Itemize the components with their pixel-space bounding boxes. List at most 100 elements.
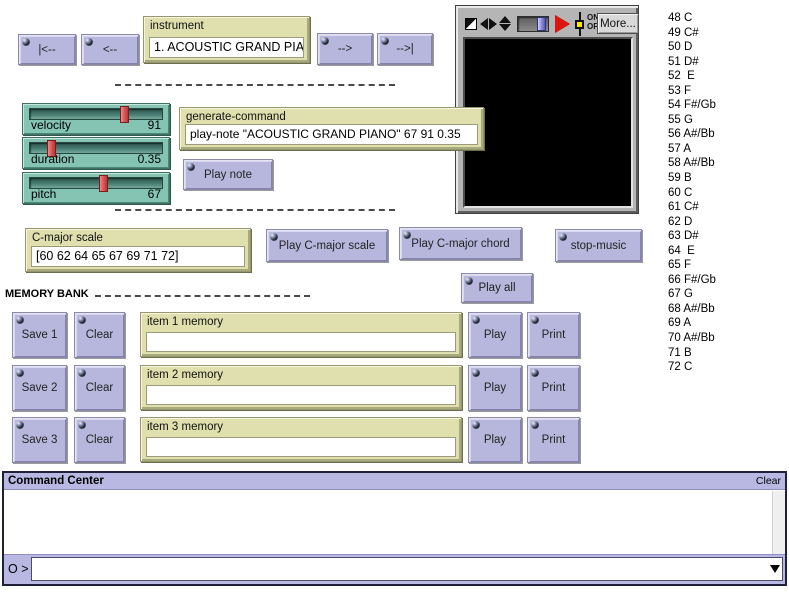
note-list-item: 50 D [668, 40, 716, 55]
save-3-button[interactable]: Save 3 [12, 417, 67, 463]
play-note-button[interactable]: Play note [183, 159, 273, 190]
velocity-slider-value: 91 [148, 118, 161, 132]
button-ball-icon [22, 38, 30, 46]
note-list-item: 48 C [668, 11, 716, 26]
play-2-label: Play [484, 382, 506, 394]
print-1-button[interactable]: Print [527, 312, 580, 358]
app-window: |<-- <-- instrument 1. ACOUSTIC GRAND PI… [0, 0, 789, 593]
play-chord-button[interactable]: Play C-major chord [399, 227, 522, 260]
more-button-label: More... [600, 18, 636, 30]
save-1-label: Save 1 [22, 329, 58, 341]
world-view-canvas[interactable] [463, 37, 633, 208]
button-ball-icon [531, 369, 539, 377]
more-button[interactable]: More... [597, 13, 639, 34]
item-2-memory-value [146, 385, 456, 405]
instrument-monitor-value: 1. ACOUSTIC GRAND PIANO [149, 37, 304, 58]
contrast-icon[interactable] [465, 18, 477, 30]
horizontal-arrows-icon[interactable] [480, 18, 497, 30]
chevron-down-icon [770, 565, 780, 573]
first-instrument-button[interactable]: |<-- [18, 34, 76, 65]
play-3-label: Play [484, 434, 506, 446]
clear-1-button[interactable]: Clear [74, 312, 125, 358]
note-list-item: 57 A [668, 142, 716, 157]
button-ball-icon [472, 316, 480, 324]
stop-music-label: stop-music [571, 240, 627, 252]
command-input-row: O > [4, 554, 785, 584]
clear-2-button[interactable]: Clear [74, 365, 125, 411]
button-ball-icon [16, 316, 24, 324]
last-instrument-button[interactable]: -->| [377, 33, 433, 65]
clear-1-label: Clear [86, 329, 113, 341]
play-scale-button[interactable]: Play C-major scale [266, 229, 388, 262]
note-list-item: 70 A#/Bb [668, 331, 716, 346]
duration-slider[interactable]: duration 0.35 [22, 137, 170, 169]
note-list-item: 59 B [668, 171, 716, 186]
velocity-slider[interactable]: velocity 91 [22, 103, 170, 135]
save-3-label: Save 3 [22, 434, 58, 446]
play-2-button[interactable]: Play [468, 365, 522, 411]
save-1-button[interactable]: Save 1 [12, 312, 67, 358]
button-ball-icon [531, 316, 539, 324]
toggle-knob[interactable] [575, 20, 584, 29]
red-arrow-icon[interactable] [555, 15, 570, 33]
button-ball-icon [472, 421, 480, 429]
command-center: Command Center Clear O > [2, 471, 787, 586]
play-1-button[interactable]: Play [468, 312, 522, 358]
button-ball-icon [270, 233, 278, 241]
item-3-memory-value [146, 437, 456, 457]
pitch-slider[interactable]: pitch 67 [22, 172, 170, 204]
command-history-dropdown[interactable] [768, 559, 782, 579]
command-center-output[interactable] [4, 491, 785, 554]
clear-3-label: Clear [86, 434, 113, 446]
item-2-memory-title: item 2 memory [147, 369, 223, 381]
item-1-memory-value [146, 332, 456, 352]
next-instrument-button[interactable]: --> [317, 33, 373, 65]
clear-3-button[interactable]: Clear [74, 417, 125, 463]
note-list-item: 69 A [668, 316, 716, 331]
button-ball-icon [465, 277, 473, 285]
note-list-item: 65 F [668, 258, 716, 273]
c-major-scale-monitor: C-major scale [60 62 64 65 67 69 71 72] [25, 228, 251, 272]
observer-prompt-label: O > [8, 562, 29, 576]
item-1-memory-monitor: item 1 memory [140, 312, 462, 357]
play-all-button[interactable]: Play all [461, 273, 533, 303]
note-list-item: 71 B [668, 346, 716, 361]
note-list-item: 63 D# [668, 229, 716, 244]
note-list-item: 72 C [668, 360, 716, 375]
print-2-button[interactable]: Print [527, 365, 580, 411]
note-list-item: 68 A#/Bb [668, 302, 716, 317]
play-note-label: Play note [204, 169, 252, 181]
speed-slider[interactable] [517, 16, 549, 32]
next-instrument-label: --> [338, 43, 352, 55]
speed-slider-handle[interactable] [537, 17, 546, 31]
vertical-arrows-icon[interactable] [499, 16, 511, 31]
button-ball-icon [16, 421, 24, 429]
command-input[interactable] [31, 557, 783, 581]
print-3-label: Print [542, 434, 566, 446]
note-list-item: 52 E [668, 69, 716, 84]
item-1-memory-title: item 1 memory [147, 316, 223, 328]
play-chord-label: Play C-major chord [411, 238, 509, 250]
on-off-toggle[interactable] [575, 12, 585, 36]
button-ball-icon [85, 38, 93, 46]
stop-music-button[interactable]: stop-music [555, 229, 642, 262]
button-ball-icon [187, 163, 195, 171]
note-list-item: 58 A#/Bb [668, 156, 716, 171]
save-2-label: Save 2 [22, 382, 58, 394]
print-3-button[interactable]: Print [527, 417, 580, 463]
command-center-title: Command Center [4, 475, 756, 487]
play-3-button[interactable]: Play [468, 417, 522, 463]
command-center-clear-button[interactable]: Clear [756, 475, 785, 487]
output-scrollbar[interactable] [772, 491, 785, 554]
c-major-scale-title: C-major scale [32, 232, 103, 244]
generate-command-value: play-note "ACOUSTIC GRAND PIANO" 67 91 0… [185, 124, 478, 145]
button-ball-icon [531, 421, 539, 429]
prev-instrument-button[interactable]: <-- [81, 34, 139, 65]
save-2-button[interactable]: Save 2 [12, 365, 67, 411]
note-list-item: 62 D [668, 215, 716, 230]
pitch-slider-value: 67 [148, 187, 161, 201]
item-3-memory-monitor: item 3 memory [140, 417, 462, 462]
last-instrument-label: -->| [396, 43, 413, 55]
note-list-item: 51 D# [668, 55, 716, 70]
print-1-label: Print [542, 329, 566, 341]
